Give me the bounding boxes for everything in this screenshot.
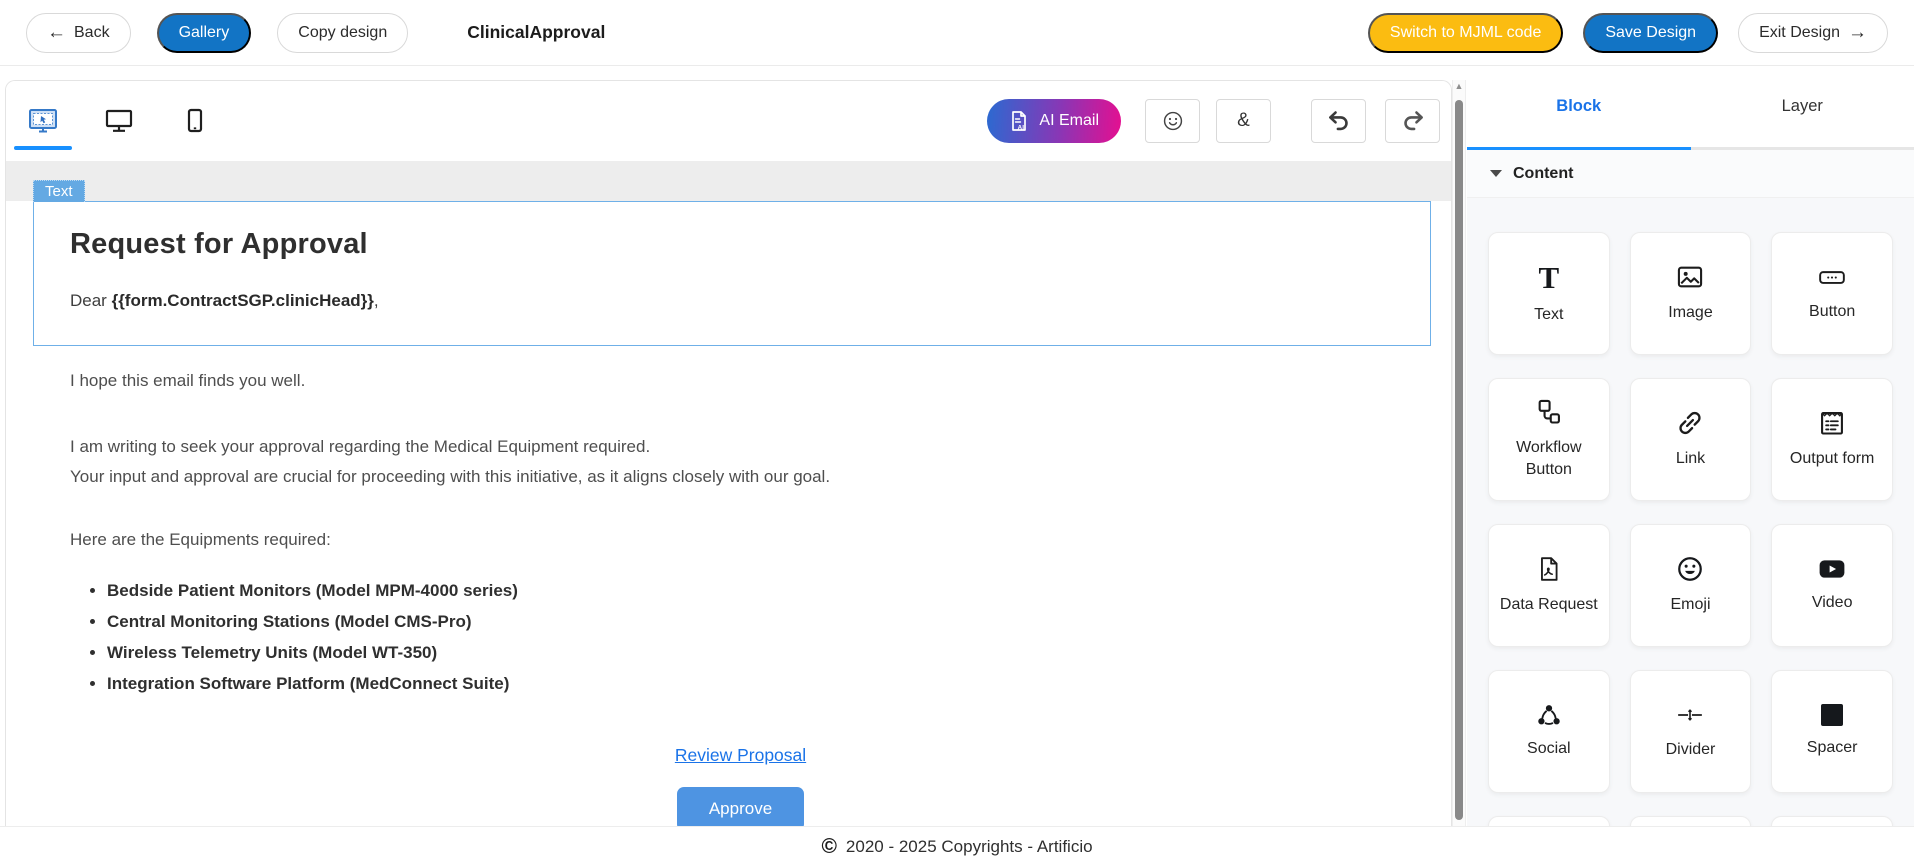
content-section-header[interactable]: Content [1467,150,1914,198]
equipment-item: Central Monitoring Stations (Model CMS-P… [107,606,1411,637]
block-card-partial[interactable] [1629,816,1752,826]
email-sheet: Text Request for Approval Dear {{form.Co… [6,180,1451,826]
back-arrow-icon: ← [47,22,66,43]
footer-text: 2020 - 2025 Copyrights - Artificio [845,836,1093,856]
save-design-button[interactable]: Save Design [1583,12,1719,53]
block-card-workflow-button[interactable]: Workflow Button [1488,378,1610,501]
view-tab-editor[interactable] [13,81,73,161]
email-body: I hope this email finds you well. I am w… [6,346,1451,826]
sidebar-tabs: Block Layer [1467,66,1914,150]
block-card-divider[interactable]: Divider [1629,670,1752,793]
video-block-icon [1818,557,1846,581]
equipment-item: Wireless Telemetry Units (Model WT-350) [107,637,1411,668]
view-tab-desktop[interactable] [89,81,149,161]
block-card-spacer[interactable]: Spacer [1771,670,1893,793]
text-block-icon: T [1538,259,1560,295]
link-block-icon [1676,409,1704,437]
paragraph: I am writing to seek your approval regar… [70,437,651,456]
divider-block-icon [1676,702,1704,728]
copyright-icon: © [821,835,837,858]
merge-variable: {{form.ContractSGP.clinicHead}} [111,291,374,310]
undo-button[interactable] [1311,99,1366,143]
block-card-emoji[interactable]: Emoji [1629,524,1752,647]
desktop-view-icon [105,108,133,134]
block-card-link[interactable]: Link [1629,378,1752,501]
workflow-button-block-icon [1535,398,1563,426]
approve-button[interactable]: Approve [677,787,804,826]
undo-icon [1326,110,1352,132]
block-card-button[interactable]: Button [1771,232,1893,355]
spacer-block-icon [1821,704,1844,727]
emoji-picker-button[interactable] [1145,99,1200,143]
ai-email-button[interactable]: AI AI Email [987,99,1121,143]
button-block-icon [1818,264,1846,290]
block-card-partial[interactable] [1771,816,1893,826]
exit-arrow-icon: → [1848,22,1867,43]
top-bar: ← Back Gallery Copy design ClinicalAppro… [0,0,1914,66]
block-card-output-form[interactable]: Output form [1771,378,1893,501]
redo-button[interactable] [1385,99,1440,143]
block-type-tag: Text [33,180,85,202]
editor-view-icon [28,108,58,134]
salutation-line: Dear {{form.ContractSGP.clinicHead}}, [70,291,379,310]
back-button[interactable]: ← Back [26,12,131,53]
editor-toolbar: AI AI Email & [6,81,1451,161]
block-card-partial[interactable] [1488,816,1610,826]
equipment-list: Bedside Patient Monitors (Model MPM-4000… [107,575,1411,699]
scrollbar-thumb[interactable] [1455,100,1463,820]
paragraph: I hope this email finds you well. [70,371,306,390]
smiley-icon [1162,110,1184,132]
email-heading: Request for Approval [70,228,368,260]
selected-text-block[interactable]: Text Request for Approval Dear {{form.Co… [33,180,1431,346]
emoji-block-icon [1676,555,1704,583]
copy-design-button[interactable]: Copy design [277,12,409,53]
mobile-view-icon [183,108,207,134]
data-request-block-icon [1536,555,1562,583]
block-card-data-request[interactable]: Data Request [1488,524,1610,647]
equipment-item: Integration Software Platform (MedConnec… [107,668,1411,699]
social-block-icon [1536,703,1562,727]
back-label: Back [74,23,110,41]
block-card-image[interactable]: Image [1629,232,1752,355]
output-form-block-icon [1818,409,1846,437]
switch-mjml-button[interactable]: Switch to MJML code [1367,12,1564,53]
review-proposal-link[interactable]: Review Proposal [70,745,1411,766]
canvas-scrollbar[interactable]: ▲ [1452,80,1466,826]
view-tab-mobile[interactable] [165,81,225,161]
paragraph: Here are the Equipments required: [70,530,331,549]
paragraph: Your input and approval are crucial for … [70,467,831,486]
tab-block[interactable]: Block [1467,66,1691,150]
scrollbar-up-arrow-icon[interactable]: ▲ [1453,81,1465,91]
equipment-item: Bedside Patient Monitors (Model MPM-4000… [107,575,1411,606]
merge-tag-button[interactable]: & [1216,99,1271,143]
right-sidebar: Block Layer Content T Text Image Button … [1467,66,1914,826]
redo-icon [1400,110,1426,132]
ai-document-icon: AI [1009,110,1029,132]
gallery-button[interactable]: Gallery [156,12,252,53]
content-section-label: Content [1513,164,1574,182]
email-editor-panel: AI AI Email & Text Request for Approval … [5,80,1452,826]
footer: © 2020 - 2025 Copyrights - Artificio [0,826,1914,866]
block-card-video[interactable]: Video [1771,524,1893,647]
ampersand-label: & [1237,110,1250,131]
image-block-icon [1676,263,1704,291]
block-card-social[interactable]: Social [1488,670,1610,793]
email-canvas[interactable]: Text Request for Approval Dear {{form.Co… [6,161,1451,826]
design-title: ClinicalApproval [467,22,606,42]
svg-text:AI: AI [1018,125,1025,132]
exit-design-button[interactable]: Exit Design → [1738,12,1888,53]
chevron-down-icon[interactable] [1490,170,1502,177]
tab-layer[interactable]: Layer [1690,66,1914,150]
block-palette: T Text Image Button Workflow Button Link… [1467,198,1914,826]
block-card-text[interactable]: T Text [1488,232,1610,355]
